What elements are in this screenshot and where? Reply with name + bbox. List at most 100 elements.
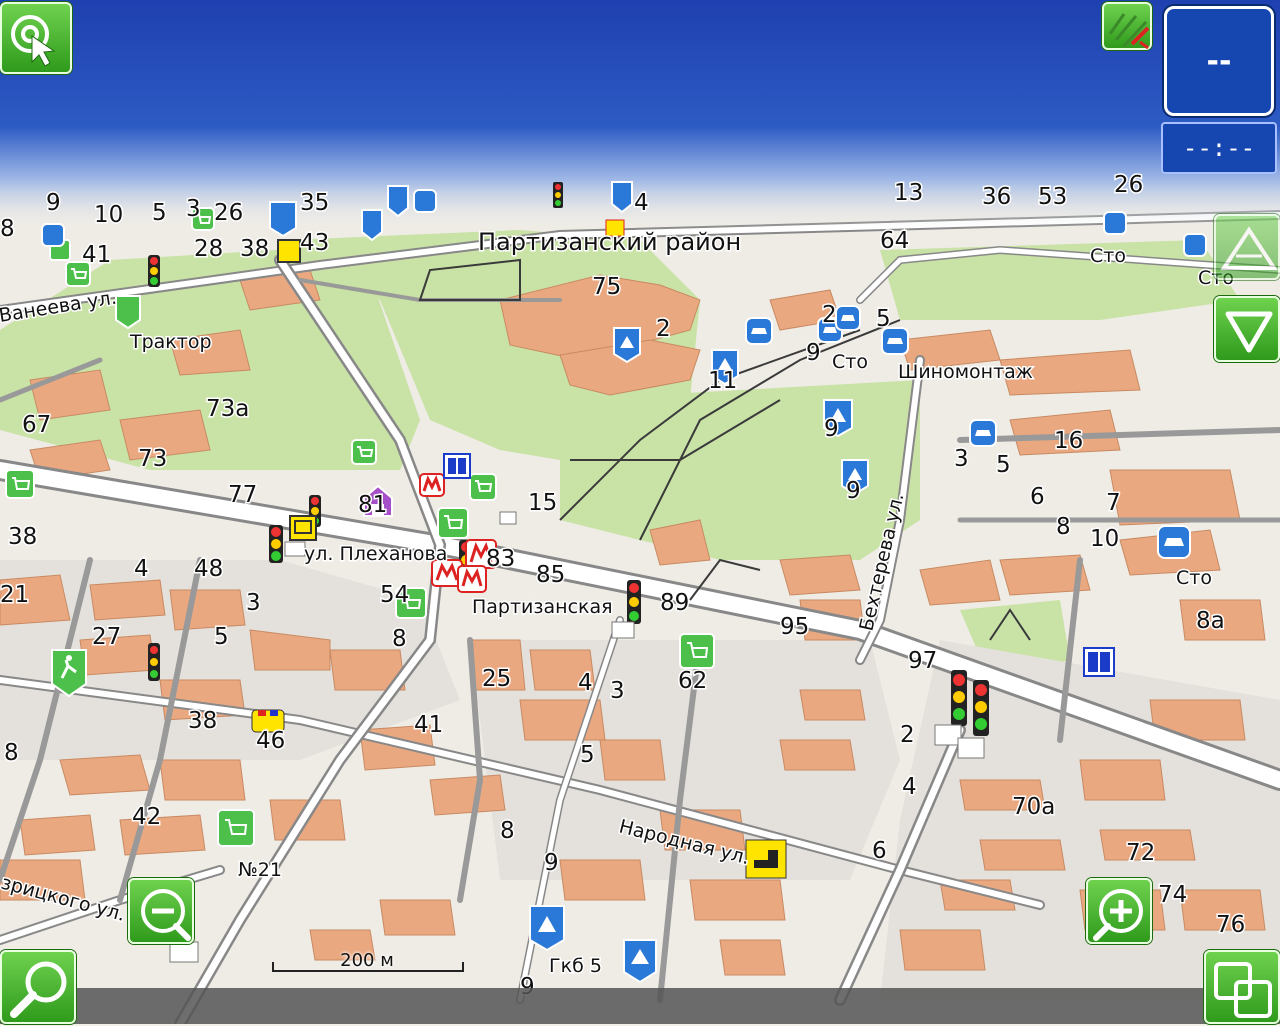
house-number: 8 (4, 740, 19, 766)
house-number: 53 (1038, 184, 1067, 210)
house-number: 8а (1196, 608, 1225, 634)
house-number: 2 (900, 722, 915, 748)
house-number: 8 (0, 216, 15, 242)
house-number: 28 (194, 236, 223, 262)
navigation-map[interactable]: Партизанский район Ванеева ул. ул. Плеха… (0, 0, 1280, 1024)
house-number: 6 (872, 838, 887, 864)
shopping-cart-icon (217, 809, 255, 847)
house-number: 81 (358, 492, 387, 518)
house-number: 72 (1126, 840, 1155, 866)
car-service-icon (835, 305, 861, 331)
house-number: 26 (214, 200, 243, 226)
target-cursor-icon (11, 15, 56, 67)
wc-icon (1083, 647, 1115, 677)
house-number: 2 (656, 316, 671, 342)
house-number: 35 (300, 190, 329, 216)
house-number: 38 (8, 524, 37, 550)
zoom-in-icon (1093, 889, 1143, 941)
house-number: 9 (46, 190, 61, 216)
street-label-plekhanova: ул. Плеханова (304, 543, 447, 565)
house-number: 27 (92, 624, 121, 650)
traffic-light-icon (973, 680, 989, 736)
house-number: 5 (214, 624, 229, 650)
house-number: 3 (246, 590, 261, 616)
house-number: 16 (1054, 428, 1083, 454)
house-number: 64 (880, 228, 909, 254)
landmark-pin-icon (269, 201, 297, 238)
bottom-status-bar (0, 988, 1280, 1024)
house-number: 48 (194, 556, 223, 582)
house-number: 9 (824, 416, 839, 442)
bus-stop-icon (289, 515, 317, 541)
speed-display: -- (1164, 6, 1274, 116)
car-service-icon (1183, 233, 1207, 257)
house-number: 8 (500, 818, 515, 844)
traffic-light-icon (148, 255, 160, 287)
wc-icon (443, 453, 471, 479)
triangle-down-icon (1225, 311, 1273, 353)
house-number: 42 (132, 804, 161, 830)
house-number: 4 (902, 774, 917, 800)
house-number: 3 (954, 446, 969, 472)
no-gps-signal-icon (1108, 13, 1150, 50)
view-mode-button[interactable] (1214, 214, 1280, 280)
place-label-sto: Сто (1090, 245, 1126, 267)
house-number: 36 (982, 184, 1011, 210)
metro-icon (419, 473, 445, 497)
car-service-icon (745, 317, 773, 345)
traffic-light-icon (951, 670, 967, 726)
house-number: 83 (486, 546, 515, 572)
zoom-out-button[interactable] (128, 878, 194, 944)
house-number: 43 (300, 230, 329, 256)
house-number: 15 (528, 490, 557, 516)
gas-station-icon (745, 839, 787, 879)
district-label: Партизанский район (478, 228, 741, 256)
house-number: 62 (678, 668, 707, 694)
house-number: 73 (138, 446, 167, 472)
house-number: 41 (82, 242, 111, 268)
locate-cursor-button[interactable] (0, 2, 72, 74)
house-number: 8 (1056, 514, 1071, 540)
house-number: 67 (22, 412, 51, 438)
house-number: 4 (578, 670, 593, 696)
landmark-pin-icon (623, 939, 657, 984)
house-number: 10 (94, 202, 123, 228)
house-number: 4 (134, 556, 149, 582)
place-label-sto: Сто (1176, 567, 1212, 589)
house-number: 95 (780, 614, 809, 640)
house-number: 4 (634, 190, 649, 216)
place-label-sto: Сто (832, 351, 868, 373)
car-service-icon (1103, 211, 1127, 235)
search-button[interactable] (0, 950, 76, 1024)
house-number: 85 (536, 562, 565, 588)
house-number: 7 (1106, 490, 1121, 516)
place-label-n21: №21 (238, 859, 282, 881)
house-number: 3 (186, 196, 201, 222)
main-menu-button[interactable] (1204, 950, 1280, 1024)
house-number: 54 (380, 582, 409, 608)
house-number: 38 (188, 708, 217, 734)
house-number: 89 (660, 590, 689, 616)
menu-dropdown-button[interactable] (1214, 296, 1280, 362)
house-number: 41 (414, 712, 443, 738)
traffic-light-icon (553, 182, 563, 208)
gps-status-button[interactable] (1102, 2, 1152, 50)
traffic-light-icon (269, 525, 283, 563)
traffic-light-icon (148, 643, 160, 681)
house-number: 9 (544, 850, 559, 876)
zoom-in-button[interactable] (1086, 878, 1152, 944)
house-number: 3 (610, 678, 625, 704)
landmark-pin-icon (387, 185, 409, 218)
landmark-pin-icon (613, 327, 641, 364)
shopping-cart-icon (437, 507, 469, 539)
house-number: 21 (0, 582, 29, 608)
house-number: 13 (894, 180, 923, 206)
zoom-out-icon (141, 889, 191, 941)
windows-icon (1214, 962, 1272, 1018)
place-label-shinomontazh: Шиномонтаж (898, 361, 1033, 383)
scale-bar (272, 962, 464, 972)
car-service-icon (413, 189, 437, 213)
house-number: 9 (846, 478, 861, 504)
house-number: 38 (240, 236, 269, 262)
landmark-pin-icon (529, 905, 565, 952)
